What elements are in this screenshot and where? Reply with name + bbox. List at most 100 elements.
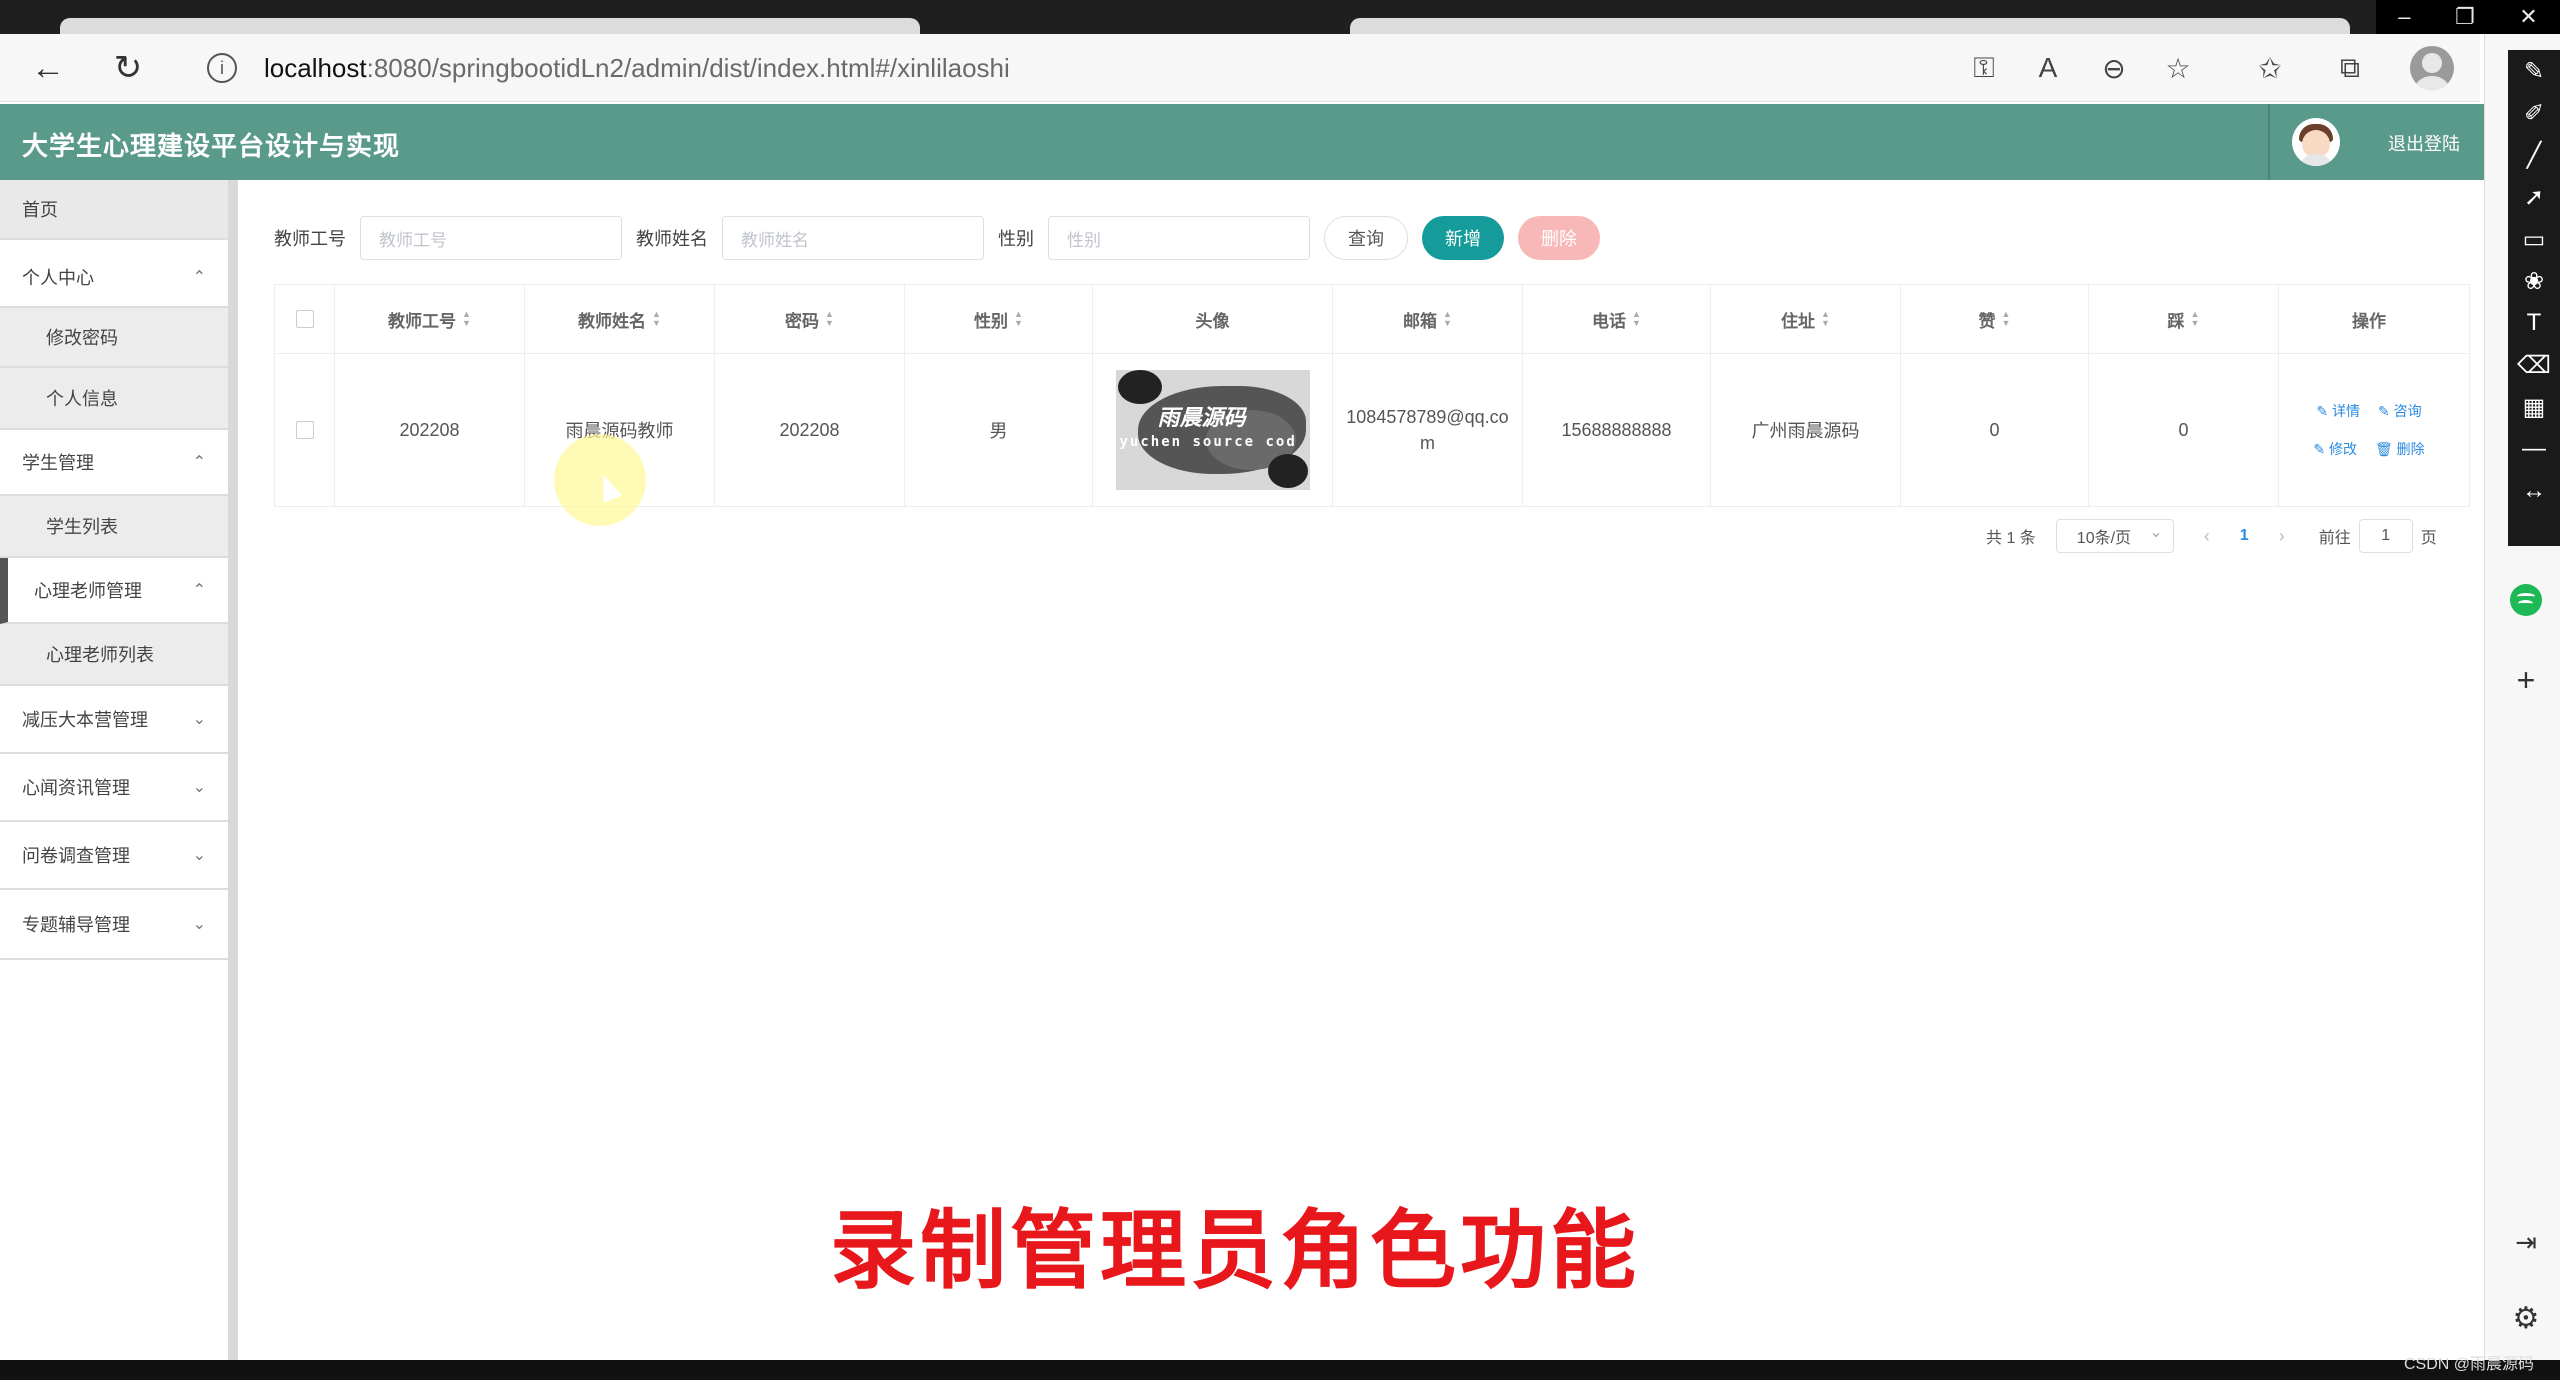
- video-caption: 录制管理员角色功能: [830, 1201, 1640, 1301]
- eraser-icon[interactable]: ⌫: [2508, 344, 2560, 386]
- delete-button[interactable]: 删除: [1518, 216, 1600, 260]
- edit-icon: ✎: [2377, 403, 2390, 419]
- gender-input[interactable]: 性别: [1048, 216, 1310, 260]
- teacher-name-input[interactable]: 教师姓名: [722, 216, 984, 260]
- sort-icon[interactable]: ▲ ▼: [2191, 310, 2200, 328]
- resize-icon[interactable]: ↔: [2508, 470, 2560, 512]
- sort-icon[interactable]: ▲ ▼: [652, 310, 661, 328]
- sidebar-item-home[interactable]: 首页: [0, 180, 228, 240]
- app-title: 大学生心理建设平台设计与实现: [22, 131, 401, 161]
- column-header[interactable]: 邮箱 ▲ ▼: [1333, 285, 1523, 353]
- column-header[interactable]: 电话 ▲ ▼: [1523, 285, 1711, 353]
- sidebar-item-counseling[interactable]: 专题辅导管理 ⌄: [0, 890, 228, 960]
- line-icon[interactable]: ╱: [2508, 134, 2560, 176]
- text-icon[interactable]: T: [2508, 302, 2560, 344]
- sidebar-item-teacher-mgmt[interactable]: 心理老师管理 ⌃: [0, 558, 228, 624]
- consult-button[interactable]: ✎ 咨询: [2378, 401, 2422, 421]
- avatar-image[interactable]: 雨晨源码 yuchen source cod: [1115, 370, 1310, 490]
- sidebar-item-personal-center[interactable]: 个人中心 ⌃: [0, 248, 228, 308]
- teacher-id-input[interactable]: 教师工号: [360, 216, 622, 260]
- column-header[interactable]: 踩 ▲ ▼: [2089, 285, 2279, 353]
- column-header[interactable]: 性别 ▲ ▼: [905, 285, 1093, 353]
- chevron-up-icon: ⌃: [192, 582, 206, 599]
- address-bar[interactable]: i localhost:8080/springbootidLn2/admin/d…: [200, 44, 2020, 92]
- goto-page-input[interactable]: 1: [2358, 519, 2413, 553]
- column-header[interactable]: 密码 ▲ ▼: [715, 285, 905, 353]
- sidebar: 首页 个人中心 ⌃ 修改密码 个人信息 学生管理 ⌃ 学生列表 心理老师管理 ⌃ 心理…: [0, 180, 228, 1360]
- palette-icon[interactable]: ❀: [2508, 260, 2560, 302]
- key-icon[interactable]: ⚿: [1964, 48, 2004, 88]
- logout-button[interactable]: 退出登陆: [2388, 130, 2460, 156]
- plus-icon[interactable]: +: [2504, 658, 2548, 702]
- row-checkbox[interactable]: [295, 421, 314, 439]
- add-favorite-icon[interactable]: ☆: [2158, 48, 2198, 88]
- query-button[interactable]: 查询: [1324, 216, 1408, 260]
- close-icon[interactable]: ✕: [2519, 4, 2537, 30]
- sidebar-item-change-password[interactable]: 修改密码: [0, 308, 228, 368]
- collections-icon[interactable]: ⧉: [2330, 48, 2370, 88]
- sort-icon[interactable]: ▲ ▼: [1014, 310, 1023, 328]
- spotify-icon[interactable]: [2510, 584, 2542, 616]
- column-header: 操作: [2352, 311, 2386, 331]
- sidebar-item-teacher-list[interactable]: 心理老师列表: [0, 624, 228, 686]
- column-header[interactable]: 住址 ▲ ▼: [1711, 285, 1901, 353]
- column-header[interactable]: 教师姓名 ▲ ▼: [525, 285, 715, 353]
- minimize-icon[interactable]: –: [2398, 4, 2410, 30]
- app-header: 大学生心理建设平台设计与实现 退出登陆: [0, 104, 2484, 180]
- settings-icon[interactable]: ⚙: [2504, 1296, 2548, 1340]
- sidebar-toggle-icon[interactable]: ⇥: [2504, 1220, 2548, 1264]
- search-bar: 教师工号 教师工号 教师姓名 教师姓名 性别 性别 查询 新增 删除: [274, 216, 1614, 260]
- profile-avatar[interactable]: [2410, 46, 2454, 90]
- site-info-icon[interactable]: i: [200, 46, 244, 90]
- row-select-cell: [275, 354, 335, 506]
- sort-icon[interactable]: ▲ ▼: [2002, 310, 2011, 328]
- next-page-icon[interactable]: ›: [2279, 526, 2285, 547]
- sidebar-item-personal-info[interactable]: 个人信息: [0, 368, 228, 430]
- url-text[interactable]: localhost:8080/springbootidLn2/admin/dis…: [264, 53, 1010, 84]
- rectangle-icon[interactable]: ▭: [2508, 218, 2560, 260]
- pen-icon[interactable]: ✎: [2508, 50, 2560, 92]
- sort-icon[interactable]: ▲ ▼: [462, 310, 471, 328]
- prev-page-icon[interactable]: ‹: [2204, 526, 2210, 547]
- sort-icon[interactable]: ▲ ▼: [825, 310, 834, 328]
- favorites-icon[interactable]: ✩: [2250, 48, 2290, 88]
- sidebar-item-relief-camp[interactable]: 减压大本营管理 ⌄: [0, 686, 228, 754]
- edit-button[interactable]: ✎ 修改: [2313, 439, 2357, 459]
- arrow-icon[interactable]: ➚: [2508, 176, 2560, 218]
- sort-icon[interactable]: ▲ ▼: [1821, 310, 1830, 328]
- cell-email: 1084578789@qq.com: [1333, 354, 1523, 506]
- page-number[interactable]: 1: [2240, 527, 2249, 545]
- browser-tab[interactable]: [1350, 18, 2350, 34]
- user-avatar[interactable]: [2292, 118, 2340, 166]
- sort-icon[interactable]: ▲ ▼: [1443, 310, 1452, 328]
- add-button[interactable]: 新增: [1422, 216, 1504, 260]
- back-icon[interactable]: ←: [26, 46, 70, 90]
- gender-label: 性别: [998, 229, 1034, 249]
- row-delete-button[interactable]: 🗑 删除: [2375, 439, 2425, 459]
- cell-dislikes: 0: [2089, 354, 2279, 506]
- column-header[interactable]: 教师工号 ▲ ▼: [335, 285, 525, 353]
- cell-avatar: 雨晨源码 yuchen source cod: [1093, 354, 1333, 506]
- select-all-cell: [275, 285, 335, 353]
- pagination-total: 共 1 条: [1986, 530, 2036, 547]
- minus-icon[interactable]: —: [2508, 428, 2560, 470]
- sidebar-item-survey[interactable]: 问卷调查管理 ⌄: [0, 822, 228, 890]
- refresh-icon[interactable]: ↻: [106, 46, 150, 90]
- marker-icon[interactable]: ✐: [2508, 92, 2560, 134]
- browser-tab[interactable]: [60, 18, 920, 34]
- page-size-select[interactable]: 10条/页: [2055, 519, 2174, 553]
- select-all-checkbox[interactable]: [295, 310, 314, 328]
- chevron-up-icon: ⌃: [192, 454, 206, 471]
- checker-icon[interactable]: ▦: [2508, 386, 2560, 428]
- sidebar-item-student-list[interactable]: 学生列表: [0, 496, 228, 558]
- column-header[interactable]: 赞 ▲ ▼: [1901, 285, 2089, 353]
- sort-icon[interactable]: ▲ ▼: [1632, 310, 1641, 328]
- sidebar-item-student-mgmt[interactable]: 学生管理 ⌃: [0, 430, 228, 496]
- cell-likes: 0: [1901, 354, 2089, 506]
- detail-button[interactable]: ✎ 详情: [2316, 401, 2360, 421]
- cell-actions: ✎ 详情 ✎ 咨询 ✎ 修改 🗑 删除: [2279, 354, 2459, 506]
- zoom-out-icon[interactable]: ⊖: [2094, 48, 2134, 88]
- sidebar-item-news[interactable]: 心闻资讯管理 ⌄: [0, 754, 228, 822]
- read-aloud-icon[interactable]: A: [2028, 48, 2068, 88]
- restore-icon[interactable]: ❐: [2455, 4, 2475, 30]
